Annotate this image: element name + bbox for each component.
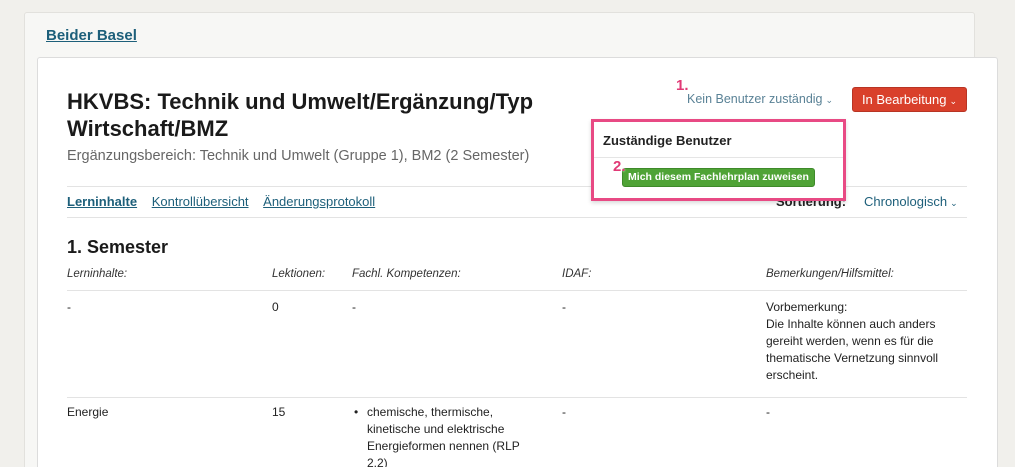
remarks-title: Vorbemerkung: [766, 300, 848, 314]
cell-lessons: 0 [272, 300, 279, 314]
remarks-text: Die Inhalte können auch anders gereiht w… [766, 317, 939, 382]
column-header-idaf: IDAF: [562, 268, 592, 280]
divider [67, 217, 967, 218]
cell-content: Energie [67, 405, 109, 419]
chevron-down-icon: ⌄ [825, 95, 834, 105]
sort-select[interactable]: Chronologisch ⌄ [864, 194, 958, 209]
cell-idaf: - [562, 300, 566, 314]
tab-lerninhalte[interactable]: Lerninhalte [67, 194, 137, 209]
column-header-lerninhalte: Lerninhalte: [67, 268, 128, 280]
cell-competencies: - [352, 300, 356, 314]
competency-item: chemische, thermische, kinetische und el… [352, 404, 522, 467]
cell-lessons: 15 [272, 405, 286, 419]
chevron-down-icon: ⌄ [950, 198, 958, 208]
page-title: HKVBS: Technik und Umwelt/Ergänzung/Typ … [67, 89, 534, 141]
sort-select-value: Chronologisch [864, 194, 948, 209]
cell-competencies-list: chemische, thermische, kinetische und el… [352, 404, 522, 467]
tab-kontrolluebersicht[interactable]: Kontrollübersicht [152, 194, 249, 209]
table-row-divider [67, 397, 967, 398]
dropdown-divider [594, 157, 843, 158]
cell-content: - [67, 300, 71, 314]
assignee-dropdown-toggle[interactable]: Kein Benutzer zuständig ⌄ [687, 92, 833, 106]
page-subtitle: Ergänzungsbereich: Technik und Umwelt (G… [67, 148, 530, 164]
cell-idaf: - [562, 405, 566, 419]
table-row-divider [67, 290, 967, 291]
cell-remarks: - [766, 405, 770, 419]
semester-heading: 1. Semester [67, 237, 169, 257]
tab-aenderungsprotokoll[interactable]: Änderungsprotokoll [263, 194, 375, 209]
status-button-label: In Bearbeitung [861, 92, 947, 107]
assignee-toggle-label: Kein Benutzer zuständig [687, 92, 823, 106]
column-header-bemerkungen: Bemerkungen/Hilfsmittel: [766, 268, 894, 280]
status-button[interactable]: In Bearbeitung ⌄ [852, 87, 967, 112]
step-marker-2: 2. [613, 158, 626, 175]
column-header-kompetenzen: Fachl. Kompetenzen: [352, 268, 461, 280]
column-header-lektionen: Lektionen: [272, 268, 326, 280]
chevron-down-icon: ⌄ [949, 96, 958, 106]
tab-bar: Lerninhalte Kontrollübersicht Änderungsp… [67, 194, 386, 209]
assign-me-button[interactable]: Mich diesem Fachlehrplan zuweisen [622, 168, 815, 187]
cell-remarks: Vorbemerkung: Die Inhalte können auch an… [766, 299, 956, 384]
step-marker-1: 1. [676, 77, 689, 94]
dropdown-title: Zuständige Benutzer [603, 133, 732, 148]
assignee-dropdown-menu: Zuständige Benutzer Mich diesem Fachlehr… [591, 119, 846, 201]
breadcrumb-link[interactable]: Beider Basel [46, 27, 137, 44]
